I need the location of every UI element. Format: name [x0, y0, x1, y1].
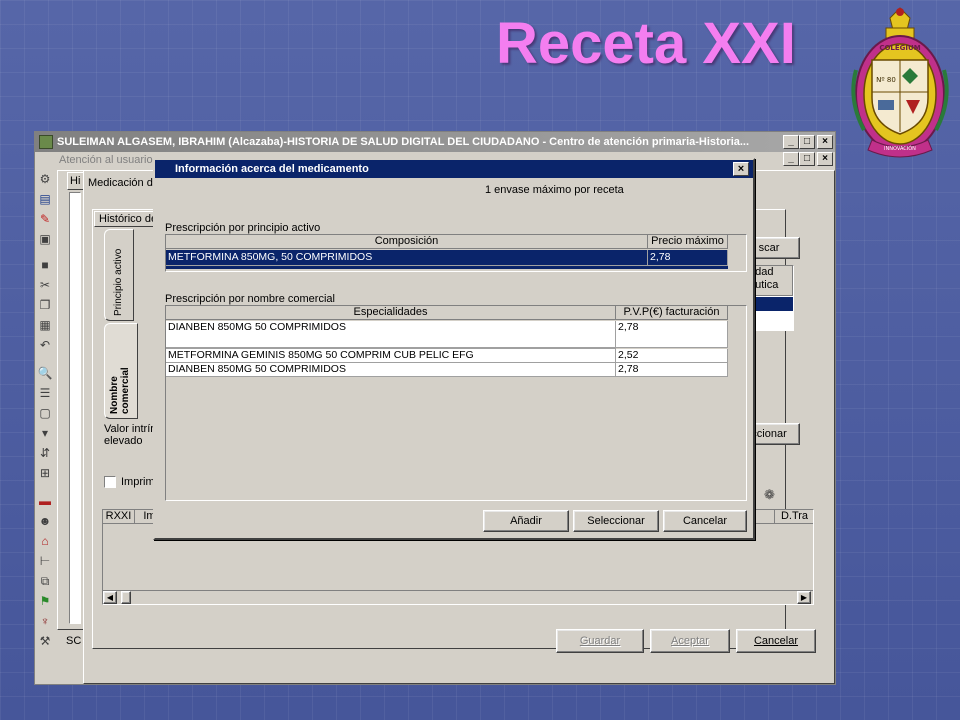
search-icon[interactable]: 🔍: [37, 366, 53, 380]
tab-historico[interactable]: Histórico de: [94, 211, 162, 227]
commercial-name-label: Prescripción por nombre comercial: [165, 293, 335, 305]
commercial-name-grid[interactable]: Especialidades P.V.P(€) facturación DIAN…: [165, 305, 747, 501]
grid-header-dtra: D.Tra: [775, 510, 813, 524]
undo-icon[interactable]: ↶: [37, 338, 53, 352]
scroll-right-icon[interactable]: ▶: [797, 591, 811, 604]
child-minimize-button[interactable]: _: [783, 152, 799, 166]
buscar-button-label: scar: [758, 242, 780, 254]
scroll-left-icon[interactable]: ◀: [103, 591, 117, 604]
filter-icon[interactable]: ▾: [37, 426, 53, 440]
horizontal-scrollbar[interactable]: ◀ ▶: [103, 590, 813, 604]
list-icon[interactable]: ☰: [37, 386, 53, 400]
imprimir-label: Imprimi: [121, 476, 158, 488]
add-button[interactable]: Añadir: [483, 510, 569, 532]
paste-icon[interactable]: ▦: [37, 318, 53, 332]
tab-nombre-comercial[interactable]: Nombre comercial: [104, 323, 138, 419]
commercial-row[interactable]: DIANBEN 850MG 50 COMPRIMIDOS: [166, 321, 616, 348]
left-toolbar: ⚙ ▤ ✎ ▣ ■ ✂ ❐ ▦ ↶ 🔍 ☰ ▢ ▾ ⇵ ⊞ ▬ ☻ ⌂ ⊢ ⧉ …: [35, 170, 55, 684]
dialog-notice: 1 envase máximo por receta: [485, 184, 624, 196]
guardar-button[interactable]: Guardar: [556, 629, 644, 653]
gear-icon[interactable]: ❁: [764, 487, 775, 503]
child-tab-label: Hi: [70, 175, 81, 187]
commercial-row[interactable]: DIANBEN 850MG 50 COMPRIMIDOS: [166, 363, 616, 377]
status-prefix: SC: [66, 635, 82, 647]
active-row-composition[interactable]: METFORMINA 850MG, 50 COMPRIMIDOS: [166, 250, 648, 266]
tab-principio-activo-label: Principio activo: [113, 248, 124, 316]
ruler-icon[interactable]: ⊢: [37, 554, 53, 568]
col-precio-maximo: Precio máximo: [648, 235, 728, 249]
document-icon[interactable]: ▤: [37, 192, 53, 206]
maximize-button[interactable]: □: [799, 135, 815, 149]
cancel-button-label: Cancelar: [682, 515, 728, 527]
close-button[interactable]: ×: [817, 135, 833, 149]
commercial-row-price[interactable]: 2,78: [616, 363, 728, 377]
col-composicion: Composición: [166, 235, 648, 249]
col-especialidades: Especialidades: [166, 306, 616, 320]
window-icon[interactable]: ▢: [37, 406, 53, 420]
college-crest-logo: COLEGIUM Nº 80 INNOVACIÓN: [851, 7, 949, 158]
app-title: SULEIMAN ALGASEM, IBRAHIM (Alcazaba)-HIS…: [57, 136, 750, 148]
aceptar-label: Aceptar: [671, 635, 709, 647]
aceptar-button[interactable]: Aceptar: [650, 629, 730, 653]
medication-info-dialog: Información acerca del medicamento × 1 e…: [153, 158, 755, 540]
cancelar-main-label: Cancelar: [753, 635, 799, 647]
tools-icon[interactable]: ⚒: [37, 634, 53, 648]
pill-icon[interactable]: ✎: [37, 212, 53, 226]
col-pvp-facturacion: P.V.P(€) facturación: [616, 306, 728, 320]
select-button-label: Seleccionar: [587, 515, 645, 527]
commercial-row-price[interactable]: 2,78: [616, 321, 728, 348]
active-row-price[interactable]: 2,78: [648, 250, 728, 266]
tab-historico-label: Histórico de: [99, 213, 158, 225]
user-icon[interactable]: ☻: [37, 514, 53, 528]
sort-icon[interactable]: ⇵: [37, 446, 53, 460]
medication-window-title: Medicación de: [88, 177, 159, 189]
valor-text-1: Valor intrín: [104, 423, 157, 435]
scroll-thumb[interactable]: [121, 591, 131, 604]
stethoscope-icon[interactable]: ♆: [37, 614, 53, 628]
home-icon[interactable]: ⌂: [37, 534, 53, 548]
slide-title: Receta XXI: [496, 11, 796, 76]
tab-principio-activo[interactable]: Principio activo: [104, 229, 134, 321]
select-button[interactable]: Seleccionar: [573, 510, 659, 532]
flag-icon[interactable]: ⚑: [37, 594, 53, 608]
app-title-bar[interactable]: SULEIMAN ALGASEM, IBRAHIM (Alcazaba)-HIS…: [35, 132, 835, 152]
guardar-label: Guardar: [579, 635, 621, 647]
imprimir-checkbox[interactable]: [104, 476, 116, 488]
tree-icon[interactable]: ⊞: [37, 466, 53, 480]
active-row-underline: [166, 266, 728, 269]
copy-icon[interactable]: ▣: [37, 232, 53, 246]
tab-nombre-comercial-label: Nombre comercial: [109, 367, 131, 414]
add-button-label: Añadir: [510, 515, 542, 527]
network-icon[interactable]: ⧉: [37, 574, 53, 588]
dialog-title[interactable]: Información acerca del medicamento: [155, 160, 753, 178]
crest-shield-text: Nº 80: [876, 76, 896, 84]
child-maximize-button[interactable]: □: [799, 152, 815, 166]
active-principle-grid[interactable]: Composición Precio máximo METFORMINA 850…: [165, 234, 747, 272]
seleccionar-behind-label: ccionar: [751, 428, 787, 440]
active-principle-label: Prescripción por principio activo: [165, 222, 321, 234]
crest-ribbon-text: INNOVACIÓN: [884, 145, 916, 152]
minimize-button[interactable]: _: [783, 135, 799, 149]
pages-icon[interactable]: ❐: [37, 298, 53, 312]
commercial-row-price[interactable]: 2,52: [616, 349, 728, 363]
child-close-button[interactable]: ×: [817, 152, 833, 166]
valor-text-2: elevado: [104, 435, 143, 447]
commercial-row[interactable]: METFORMINA GEMINIS 850MG 50 COMPRIM CUB …: [166, 349, 616, 363]
cancel-button[interactable]: Cancelar: [663, 510, 747, 532]
cancelar-main-button[interactable]: Cancelar: [736, 629, 816, 653]
crest-top-text: COLEGIUM: [879, 44, 920, 52]
tree-view[interactable]: [69, 192, 81, 624]
app-icon: [39, 135, 53, 149]
menu-atencion-usuario[interactable]: Atención al usuario: [59, 154, 153, 166]
grid-header-rxxi: RXXI: [103, 510, 135, 524]
settings-icon[interactable]: ⚙: [37, 172, 53, 186]
scissors-icon[interactable]: ✂: [37, 278, 53, 292]
dialog-close-icon[interactable]: ×: [733, 162, 749, 176]
stop-icon[interactable]: ■: [37, 258, 53, 272]
badge-icon[interactable]: ▬: [37, 494, 53, 508]
